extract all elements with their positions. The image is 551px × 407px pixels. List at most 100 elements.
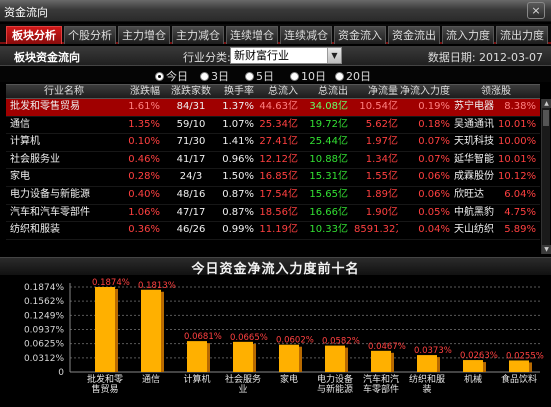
period-label: 5日 <box>256 70 274 83</box>
radio-icon[interactable] <box>200 72 209 81</box>
tab-outflow-strength[interactable]: 流出力度 <box>496 26 548 44</box>
leading-stock: 延华智能 <box>454 153 494 165</box>
bar <box>463 360 483 372</box>
radio-icon[interactable] <box>290 72 299 81</box>
bar-value-label: 0.1874% <box>92 278 130 288</box>
category-select-value: 新财富行业 <box>234 49 289 62</box>
col-inflow-header[interactable]: 总流入 <box>256 85 298 98</box>
leading-stock-change: 6.04% <box>504 188 536 200</box>
total-inflow: 18.56亿 <box>259 206 298 218</box>
leading-stock: 欣旺达 <box>454 188 484 200</box>
y-tick-label: 0 <box>58 368 64 378</box>
x-category-label: 批发和零 <box>87 373 123 385</box>
bar-value-label: 0.0263% <box>460 351 498 361</box>
table-row[interactable]: 纺织和服装 0.36% 46/26 0.99% 11.19亿 10.33亿 8591.32万… <box>6 222 540 240</box>
change-pct: 1.61% <box>128 101 160 112</box>
period-radio-today[interactable]: 今日 <box>155 68 188 84</box>
col-turnover-header[interactable]: 换手率 <box>218 85 254 98</box>
table-row[interactable]: 家电 0.28% 24/3 1.50% 16.85亿 15.31亿 1.55亿 0.06% 成霖… <box>6 169 540 187</box>
bar-value-label: 0.0602% <box>276 336 314 346</box>
bar-shadow <box>253 343 256 372</box>
table-row[interactable]: 计算机 0.10% 71/30 1.41% 27.41亿 25.44亿 1.97亿 0.07%… <box>6 134 540 152</box>
up-down-count: 84/31 <box>176 101 206 112</box>
scroll-up-icon[interactable]: ▲ <box>542 99 551 108</box>
table-header: 行业名称涨跌幅涨跌家数换手率总流入总流出净流量净流入力度▼ 领涨股 <box>6 84 540 99</box>
sector-flow-table: 行业名称涨跌幅涨跌家数换手率总流入总流出净流量净流入力度▼ 领涨股 批发和零售贸易… <box>6 84 540 240</box>
sector-name: 批发和零售贸易 <box>10 101 80 112</box>
tab-capital-inflow[interactable]: 资金流入 <box>334 26 386 44</box>
bar <box>509 360 529 372</box>
radio-icon[interactable] <box>335 72 344 81</box>
col-leader-header[interactable]: 领涨股 <box>454 85 538 98</box>
bar-value-label: 0.0582% <box>322 337 360 347</box>
bar-value-label: 0.0373% <box>414 346 452 356</box>
col-outflow-header[interactable]: 总流出 <box>304 85 348 98</box>
net-inflow-strength: 0.06% <box>418 188 450 200</box>
sector-name: 电力设备与新能源 <box>10 188 90 200</box>
net-flow: 1.89亿 <box>365 188 398 200</box>
radio-selected-icon[interactable] <box>155 72 164 81</box>
period-radio-3d[interactable]: 3日 <box>200 68 229 84</box>
radio-icon[interactable] <box>245 72 254 81</box>
scroll-thumb[interactable] <box>543 110 549 126</box>
total-inflow: 25.34亿 <box>259 118 298 130</box>
period-label: 20日 <box>346 70 371 83</box>
tab-continuous-increase[interactable]: 连续增仓 <box>226 26 278 44</box>
col-net-strength-header[interactable]: 净流入力度▼ <box>400 85 450 98</box>
leading-stock-change: 10.01% <box>498 153 536 165</box>
leading-stock-change: 10.00% <box>498 136 536 148</box>
bar-shadow <box>207 343 210 372</box>
table-row[interactable]: 汽车和汽车零部件 1.06% 47/17 0.87% 18.56亿 16.66亿 1.90亿… <box>6 205 540 223</box>
turnover-rate: 1.50% <box>222 171 254 183</box>
tab-main-increase[interactable]: 主力增仓 <box>118 26 170 44</box>
x-category-label: 机械 <box>464 373 482 385</box>
total-inflow: 16.85亿 <box>259 171 298 183</box>
col-sector-name-header[interactable]: 行业名称 <box>10 85 118 98</box>
up-down-count: 48/16 <box>176 188 206 200</box>
period-radio-10d[interactable]: 10日 <box>290 68 326 84</box>
chart-title: 今日资金净流入力度前十名 <box>0 257 551 277</box>
up-down-count: 46/26 <box>176 224 206 236</box>
section-title: 板块资金流向 <box>14 51 80 64</box>
chevron-down-icon[interactable]: ▼ <box>327 48 341 63</box>
bar-shadow <box>483 362 486 372</box>
category-label: 行业分类: <box>183 51 231 64</box>
col-up-down-header[interactable]: 涨跌家数 <box>166 85 216 98</box>
category-select[interactable]: 新财富行业 ▼ <box>230 47 342 64</box>
tab-inflow-strength[interactable]: 流入力度 <box>442 26 494 44</box>
col-net-flow-header[interactable]: 净流量 <box>354 85 398 98</box>
leading-stock: 中航黑豹 <box>454 206 494 218</box>
table-body: 批发和零售贸易 1.61% 84/31 1.37% 44.63亿 34.08亿 10.54亿… <box>6 99 540 240</box>
total-outflow: 34.08亿 <box>309 101 348 112</box>
sector-name: 计算机 <box>10 136 40 148</box>
close-button[interactable]: × <box>527 2 545 19</box>
bar-value-label: 0.0665% <box>230 333 268 343</box>
col-change-header[interactable]: 涨跌幅 <box>120 85 160 98</box>
sector-name: 汽车和汽车零部件 <box>10 206 90 218</box>
bar-value-label: 0.0255% <box>506 351 544 361</box>
table-row[interactable]: 社会服务业 0.46% 41/17 0.96% 12.12亿 10.88亿 1.34亿 0.0… <box>6 152 540 170</box>
turnover-rate: 0.96% <box>222 153 254 165</box>
net-flow: 1.55亿 <box>365 171 398 183</box>
table-row[interactable]: 通信 1.35% 59/10 1.07% 25.34亿 19.72亿 5.62亿 0.18% 吴… <box>6 117 540 135</box>
tab-sector-analysis[interactable]: 板块分析 <box>6 26 62 44</box>
leading-stock: 天玑科技 <box>454 136 494 148</box>
leading-stock-change: 5.89% <box>504 224 536 236</box>
scroll-down-icon[interactable]: ▼ <box>542 245 551 254</box>
table-row[interactable]: 电力设备与新能源 0.40% 48/16 0.87% 17.54亿 15.65亿 1.89亿… <box>6 187 540 205</box>
tab-bar: 板块分析 个股分析 主力增仓 主力减仓 连续增仓 连续减仓 资金流入 资金流出 … <box>0 24 551 44</box>
period-radio-20d[interactable]: 20日 <box>335 68 371 84</box>
period-radio-5d[interactable]: 5日 <box>245 68 274 84</box>
bar <box>325 345 345 372</box>
vertical-scrollbar[interactable]: ▲ ▼ <box>541 99 551 254</box>
tab-capital-outflow[interactable]: 资金流出 <box>388 26 440 44</box>
y-tick-label: 0.1249% <box>24 311 64 321</box>
period-label: 10日 <box>301 70 326 83</box>
total-inflow: 12.12亿 <box>259 153 298 165</box>
table-row[interactable]: 批发和零售贸易 1.61% 84/31 1.37% 44.63亿 34.08亿 10.54亿… <box>6 99 540 117</box>
y-tick-label: 0.0625% <box>24 340 64 350</box>
tab-continuous-decrease[interactable]: 连续减仓 <box>280 26 332 44</box>
tab-stock-analysis[interactable]: 个股分析 <box>64 26 116 44</box>
turnover-rate: 0.87% <box>222 188 254 200</box>
tab-main-decrease[interactable]: 主力减仓 <box>172 26 224 44</box>
